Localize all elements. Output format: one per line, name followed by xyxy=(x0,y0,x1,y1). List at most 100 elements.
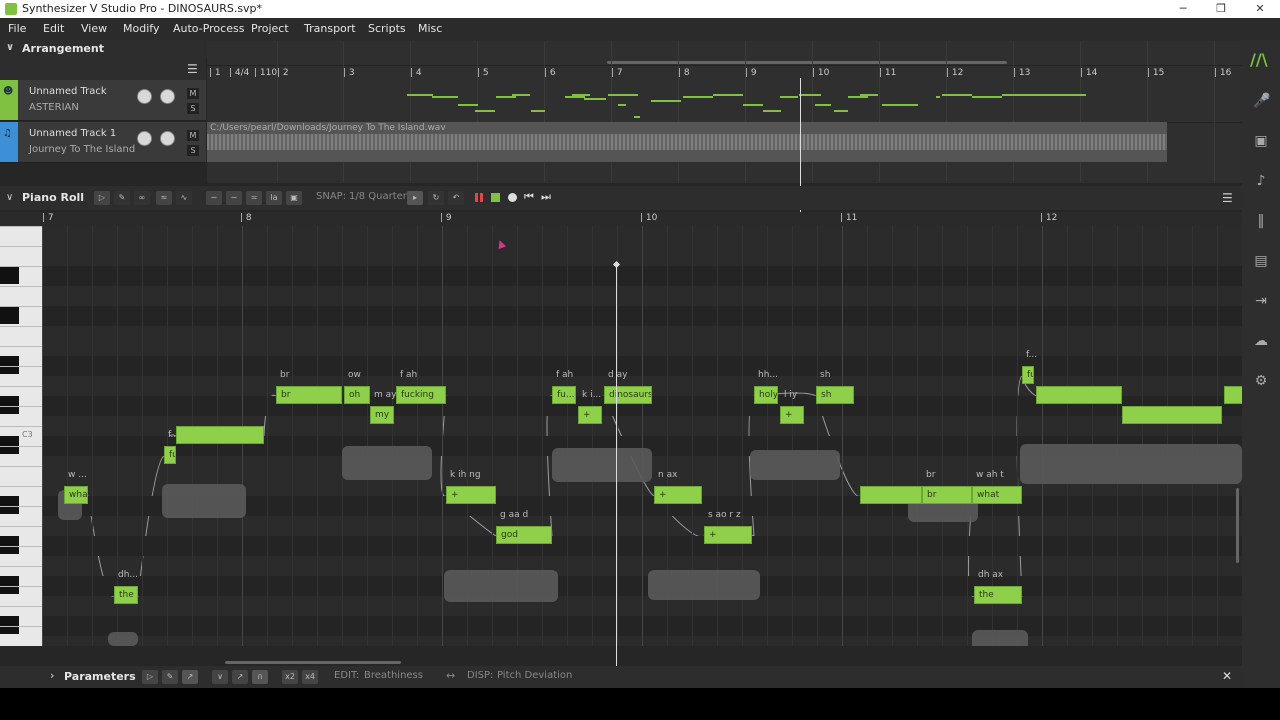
note[interactable]: + xyxy=(704,526,752,544)
param-curve-icon[interactable]: ↗ xyxy=(232,670,248,684)
arrangement-note[interactable] xyxy=(496,96,516,98)
arrangement-note[interactable] xyxy=(713,94,743,96)
note[interactable] xyxy=(176,426,264,444)
volume-knob[interactable] xyxy=(137,89,152,104)
arrangement-note[interactable] xyxy=(834,110,848,112)
note[interactable]: oh xyxy=(344,386,370,404)
note[interactable]: fu... xyxy=(552,386,576,404)
param-pen-icon[interactable]: ✎ xyxy=(162,670,178,684)
black-key[interactable] xyxy=(0,576,19,594)
arrangement-note[interactable] xyxy=(475,110,495,112)
arrangement-note[interactable] xyxy=(683,96,713,98)
piano-roll-ruler[interactable]: | 7 | 8 | 9 | 10 | 11 | 12 xyxy=(42,212,1242,226)
audio-clip[interactable]: C:/Users/pearl/Downloads/Journey To The … xyxy=(207,122,1167,162)
waveform-view-icon[interactable]: ≍ xyxy=(246,191,262,205)
follow-playhead-icon[interactable]: ▸ xyxy=(407,191,423,205)
arrangement-note[interactable] xyxy=(860,94,878,96)
note[interactable]: dinosaurs xyxy=(604,386,652,404)
note[interactable] xyxy=(1122,406,1222,424)
cloud-icon[interactable]: ☁ xyxy=(1253,333,1269,349)
param-pointer-icon[interactable]: ▷ xyxy=(142,670,158,684)
minimize-button[interactable]: ─ xyxy=(1163,0,1203,18)
mute-button[interactable]: M xyxy=(187,130,199,141)
note[interactable]: fu xyxy=(164,446,176,464)
volume-knob[interactable] xyxy=(137,131,152,146)
param-line-icon[interactable]: ↗ xyxy=(182,670,198,684)
menu-view[interactable]: View xyxy=(81,22,107,35)
note[interactable] xyxy=(1036,386,1122,404)
curve-edit-icon[interactable]: ∼ xyxy=(226,191,242,205)
menu-project[interactable]: Project xyxy=(251,22,289,35)
black-key[interactable] xyxy=(0,396,19,414)
arrangement-note[interactable] xyxy=(936,96,940,98)
arrangement-note[interactable] xyxy=(780,96,798,98)
note[interactable]: + xyxy=(654,486,702,504)
arrangement-note[interactable] xyxy=(882,104,918,106)
arrangement-note[interactable] xyxy=(651,100,681,102)
arrangement-note[interactable] xyxy=(458,104,478,106)
note[interactable]: + xyxy=(578,406,602,424)
note[interactable]: my xyxy=(370,406,394,424)
note[interactable]: br xyxy=(276,386,342,404)
arrangement-note[interactable] xyxy=(618,104,626,106)
note[interactable]: fu xyxy=(1022,366,1034,384)
arrangement-note[interactable] xyxy=(565,96,585,98)
close-window-button[interactable]: ✕ xyxy=(1240,0,1280,18)
link-tool-icon[interactable]: ∞ xyxy=(134,191,150,205)
arrangement-note[interactable] xyxy=(584,98,606,100)
menu-auto-process[interactable]: Auto-Process xyxy=(173,22,244,35)
param-arc-icon[interactable]: ∩ xyxy=(252,670,268,684)
menu-modify[interactable]: Modify xyxy=(123,22,159,35)
arrangement-note[interactable] xyxy=(634,116,640,118)
black-key[interactable] xyxy=(0,306,19,324)
close-parameters-button[interactable]: ✕ xyxy=(1222,669,1232,683)
param-smooth-icon[interactable]: ∨ xyxy=(212,670,228,684)
black-key[interactable] xyxy=(0,356,19,374)
pen-tool-icon[interactable]: ✎ xyxy=(114,191,130,205)
record-icon[interactable] xyxy=(508,193,517,202)
black-key[interactable] xyxy=(0,436,19,454)
menu-edit[interactable]: Edit xyxy=(43,22,64,35)
arrangement-note[interactable] xyxy=(763,110,781,112)
menu-scripts[interactable]: Scripts xyxy=(368,22,406,35)
note[interactable]: holy xyxy=(754,386,778,404)
note[interactable]: fucking xyxy=(396,386,446,404)
return-icon[interactable]: ↶ xyxy=(448,191,464,205)
arrangement-note[interactable] xyxy=(743,104,763,106)
menu-transport[interactable]: Transport xyxy=(304,22,356,35)
skip-forward-icon[interactable]: ⏭ xyxy=(541,190,551,204)
arrangement-note[interactable] xyxy=(407,94,433,96)
chevron-down-icon[interactable]: ∨ xyxy=(6,192,13,203)
music-note-icon[interactable]: ♪ xyxy=(1253,173,1269,189)
note[interactable]: sh xyxy=(816,386,854,404)
note[interactable] xyxy=(1224,386,1242,404)
piano-roll-v-scrollbar[interactable] xyxy=(1236,488,1239,563)
export-icon[interactable]: ⇥ xyxy=(1253,293,1269,309)
stop-icon[interactable] xyxy=(491,193,500,202)
disp-param-select[interactable]: Pitch Deviation xyxy=(497,670,572,681)
piano-roll-h-scrollbar[interactable] xyxy=(225,661,401,664)
piano-roll-grid[interactable]: whatw ...thedh...fuf...brbrohowmym ayfuc… xyxy=(42,226,1242,646)
black-key[interactable] xyxy=(0,616,19,634)
curve-tool-icon[interactable]: ∼ xyxy=(206,191,222,205)
film-icon[interactable]: ▣ xyxy=(286,191,302,205)
pause-icon[interactable] xyxy=(475,193,483,202)
arrangement-note[interactable] xyxy=(432,96,458,98)
arrangement-note[interactable] xyxy=(972,96,1002,98)
menu-misc[interactable]: Misc xyxy=(418,22,442,35)
arrangement-note[interactable] xyxy=(1002,94,1086,96)
arrangement-note[interactable] xyxy=(799,94,821,96)
black-key[interactable] xyxy=(0,536,19,554)
solo-button[interactable]: S xyxy=(187,103,199,114)
track-name[interactable]: Unnamed Track xyxy=(29,86,107,97)
arrangement-note[interactable] xyxy=(608,94,638,96)
note[interactable] xyxy=(860,486,922,504)
arrangement-ruler[interactable]: | 1 | 4/4 | 110 | 2 | 3 | 4 | 5 | 6 | 7 | 8 | 9 | 1… xyxy=(207,66,1242,80)
pitch-tool-icon[interactable]: ≈ xyxy=(156,191,172,205)
chevron-right-icon[interactable]: › xyxy=(50,669,54,682)
solo-button[interactable]: S xyxy=(187,145,199,156)
notepad-icon[interactable]: ▤ xyxy=(1253,253,1269,269)
note[interactable]: the xyxy=(114,586,138,604)
pointer-tool-icon[interactable]: ▷ xyxy=(94,191,110,205)
swap-icon[interactable]: ↔ xyxy=(446,669,455,682)
